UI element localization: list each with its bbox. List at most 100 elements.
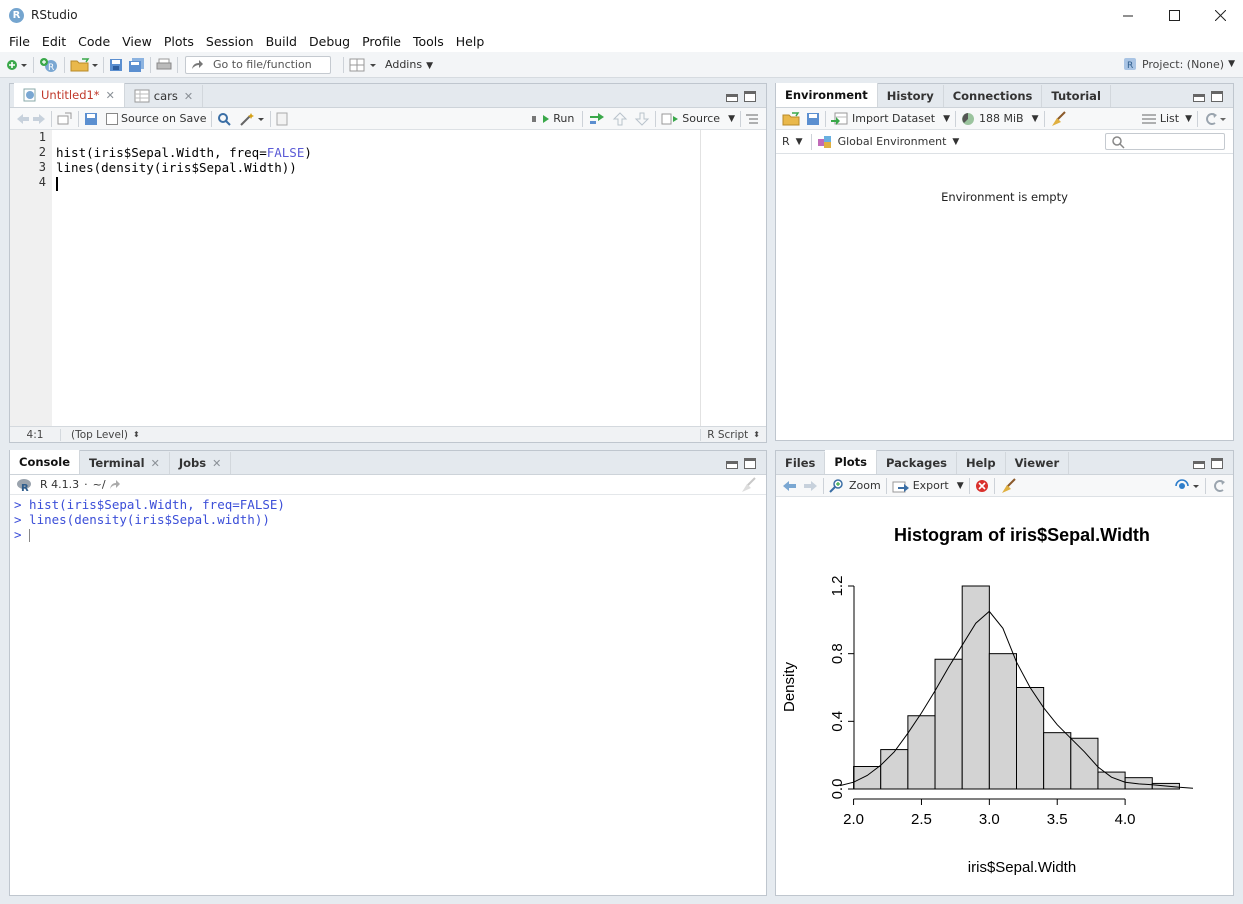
- save-button[interactable]: [109, 58, 123, 72]
- view-mode-selector[interactable]: List ▼: [1141, 112, 1192, 125]
- back-button[interactable]: [16, 113, 30, 125]
- console-output[interactable]: > hist(iris$Sepal.Width, freq=FALSE) > l…: [14, 497, 762, 542]
- y-axis: 0.0 0.4 0.8 1.2: [829, 576, 855, 800]
- tab-viewer[interactable]: Viewer: [1006, 452, 1070, 474]
- menu-profile[interactable]: Profile: [356, 34, 407, 49]
- environment-tabs: Environment History Connections Tutorial: [776, 83, 1233, 108]
- code-editor[interactable]: hist(iris$Sepal.Width, freq=FALSE) lines…: [56, 130, 698, 426]
- tab-environment[interactable]: Environment: [776, 83, 878, 107]
- addins-menu[interactable]: Addins ▼: [385, 58, 433, 71]
- compile-report-button[interactable]: [276, 112, 288, 126]
- tab-cars[interactable]: cars ✕: [125, 85, 204, 107]
- clear-console-button[interactable]: [740, 476, 758, 493]
- minimize-window-button[interactable]: [1105, 0, 1151, 30]
- project-label: Project: (None): [1141, 57, 1225, 71]
- grid-icon: [349, 58, 376, 71]
- minimize-pane-button[interactable]: [726, 461, 738, 469]
- maximize-window-button[interactable]: [1151, 0, 1197, 30]
- menu-plots[interactable]: Plots: [158, 34, 200, 49]
- menu-edit[interactable]: Edit: [36, 34, 72, 49]
- menu-build[interactable]: Build: [260, 34, 303, 49]
- chevron-down-icon: ▼: [1185, 113, 1192, 124]
- close-window-button[interactable]: [1197, 0, 1243, 30]
- new-project-button[interactable]: R: [39, 57, 59, 73]
- tab-history[interactable]: History: [878, 85, 944, 107]
- maximize-pane-button[interactable]: [744, 91, 756, 102]
- tab-packages[interactable]: Packages: [877, 452, 957, 474]
- load-workspace-button[interactable]: [782, 111, 800, 126]
- memory-usage-button[interactable]: 188 MiB ▼: [961, 112, 1039, 126]
- minimize-pane-button[interactable]: [726, 94, 738, 102]
- close-tab-icon[interactable]: ✕: [106, 89, 115, 102]
- clear-workspace-button[interactable]: [1050, 110, 1068, 127]
- tab-help[interactable]: Help: [957, 452, 1006, 474]
- minimize-pane-button[interactable]: [1193, 94, 1205, 102]
- close-tab-icon[interactable]: ✕: [184, 90, 193, 103]
- previous-plot-button[interactable]: [782, 480, 798, 492]
- save-workspace-button[interactable]: [806, 112, 820, 126]
- environment-search-input[interactable]: [1105, 133, 1225, 150]
- clear-plots-button[interactable]: [1000, 477, 1018, 494]
- remove-plot-button[interactable]: [975, 479, 989, 493]
- workspace-panes-button[interactable]: [349, 58, 377, 72]
- source-toolbar: Source on Save Run Source ▼: [10, 108, 766, 130]
- code-tools-button[interactable]: [239, 112, 265, 126]
- filetype-selector[interactable]: R Script ⬍: [700, 428, 766, 441]
- new-project-icon: R: [40, 57, 57, 73]
- rstudio-logo-icon: R: [9, 7, 24, 23]
- menu-debug[interactable]: Debug: [303, 34, 356, 49]
- find-button[interactable]: [217, 112, 232, 126]
- scope-selector[interactable]: (Top Level) ⬍: [60, 428, 140, 441]
- print-button[interactable]: [156, 58, 172, 72]
- previous-section-button[interactable]: [612, 111, 628, 126]
- environment-scope-selector[interactable]: Global Environment ▼: [817, 135, 959, 149]
- tab-terminal[interactable]: Terminal ✕: [80, 452, 170, 474]
- tab-untitled1[interactable]: Untitled1* ✕: [14, 83, 125, 107]
- language-selector[interactable]: R ▼: [782, 135, 803, 148]
- go-to-directory-icon[interactable]: [109, 479, 121, 490]
- tab-tutorial[interactable]: Tutorial: [1042, 85, 1111, 107]
- tab-jobs[interactable]: Jobs ✕: [170, 452, 232, 474]
- new-file-button[interactable]: [6, 58, 28, 72]
- import-table-icon: [831, 112, 848, 125]
- zoom-button[interactable]: Zoom: [829, 478, 881, 493]
- tab-connections[interactable]: Connections: [944, 85, 1043, 107]
- publish-button[interactable]: [1174, 478, 1200, 493]
- maximize-pane-button[interactable]: [1211, 458, 1223, 469]
- open-file-button[interactable]: [70, 57, 98, 72]
- source-on-save-checkbox[interactable]: Source on Save: [106, 112, 206, 125]
- export-button[interactable]: Export ▼: [892, 479, 964, 493]
- tab-plots[interactable]: Plots: [825, 450, 878, 474]
- project-menu[interactable]: R Project: (None) ▼: [1122, 56, 1235, 72]
- close-tab-icon[interactable]: ✕: [151, 457, 160, 470]
- document-outline-button[interactable]: [746, 114, 758, 124]
- next-section-button[interactable]: [634, 112, 650, 126]
- menu-code[interactable]: Code: [72, 34, 116, 49]
- minimize-pane-button[interactable]: [1193, 461, 1205, 469]
- show-in-window-button[interactable]: [57, 112, 73, 126]
- import-dataset-button[interactable]: Import Dataset ▼: [831, 112, 950, 126]
- tab-files[interactable]: Files: [776, 452, 826, 474]
- rerun-button[interactable]: [588, 112, 606, 125]
- menu-view[interactable]: View: [116, 34, 158, 49]
- updown-icon: ⬍: [753, 430, 760, 439]
- maximize-pane-button[interactable]: [1211, 91, 1223, 102]
- tab-console[interactable]: Console: [10, 450, 81, 474]
- y-tick-label: 0.0: [829, 779, 846, 800]
- save-button[interactable]: [84, 112, 98, 126]
- close-icon: [1214, 9, 1226, 21]
- save-all-button[interactable]: [129, 57, 145, 72]
- refresh-button[interactable]: [1203, 112, 1227, 126]
- refresh-plot-button[interactable]: [1211, 479, 1227, 493]
- menu-tools[interactable]: Tools: [407, 34, 450, 49]
- close-tab-icon[interactable]: ✕: [212, 457, 221, 470]
- forward-button[interactable]: [32, 113, 46, 125]
- menu-help[interactable]: Help: [450, 34, 491, 49]
- run-button[interactable]: Run: [532, 112, 574, 125]
- menu-session[interactable]: Session: [200, 34, 260, 49]
- source-button[interactable]: Source ▼: [661, 112, 735, 125]
- goto-file-input[interactable]: Go to file/function: [185, 55, 331, 74]
- next-plot-button[interactable]: [802, 480, 818, 492]
- maximize-pane-button[interactable]: [744, 458, 756, 469]
- menu-file[interactable]: File: [3, 34, 36, 49]
